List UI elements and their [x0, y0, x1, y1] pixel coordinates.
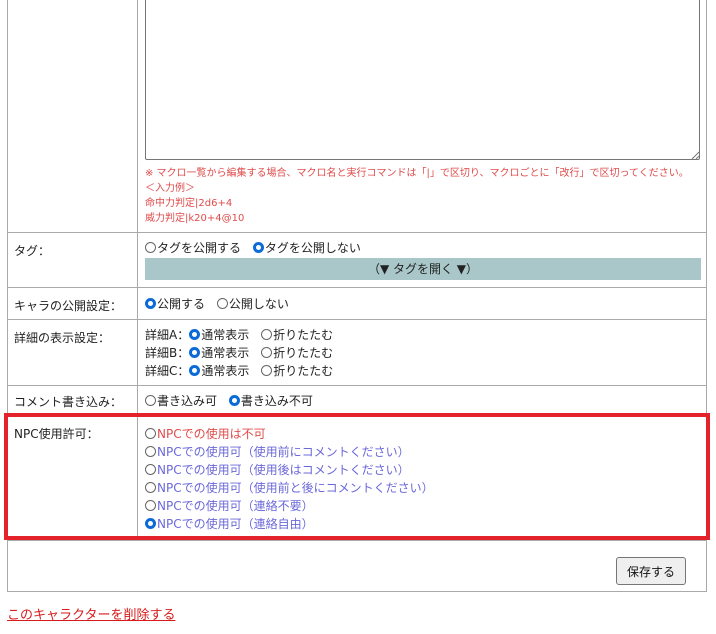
npc-option-5[interactable]: NPCでの使用可（連絡自由）: [145, 515, 700, 533]
comment-radio-group: 書き込み可 書き込み不可: [145, 392, 700, 410]
npc-label: NPC使用許可：: [8, 416, 138, 540]
resize-grip-icon[interactable]: [691, 151, 699, 159]
detail-b-collapse-radio[interactable]: 折りたたむ: [261, 346, 333, 360]
npc-option-label: NPCでの使用可（連絡不要）: [157, 499, 314, 513]
detail-a-normal-radio[interactable]: 通常表示: [189, 328, 249, 342]
comment-row: コメント書き込み： 書き込み可 書き込み不可: [8, 386, 706, 416]
detail-b-collapse-label: 折りたたむ: [273, 346, 334, 360]
npc-row-bottom-border: [8, 540, 706, 541]
macro-example-line: 威力判定|k20+4@10: [145, 213, 245, 224]
tags-radio-group: タグを公開する タグを公開しない: [145, 239, 700, 257]
radio-icon[interactable]: [261, 365, 273, 376]
radio-icon[interactable]: [145, 242, 156, 253]
radio-selected-icon[interactable]: [189, 329, 201, 340]
detail-a-name: 詳細A：: [145, 328, 190, 342]
detail-c-collapse-radio[interactable]: 折りたたむ: [261, 364, 333, 378]
radio-selected-icon[interactable]: [145, 518, 156, 529]
comment-content: 書き込み可 書き込み不可: [145, 392, 700, 410]
detail-b-normal-label: 通常表示: [201, 346, 250, 360]
npc-option-label: NPCでの使用可（使用前と後にコメントください）: [157, 481, 434, 495]
npc-option-1[interactable]: NPCでの使用可（使用前にコメントください）: [145, 443, 700, 461]
detail-row: 詳細の表示設定： 詳細A： 通常表示 折りたたむ 詳細B： 通常表示 折りたたむ 詳…: [8, 320, 706, 386]
radio-icon[interactable]: [261, 347, 273, 358]
macro-row: ※ マクロ一覧から編集する場合、マクロ名と実行コマンドは「|」で区切り、マクロご…: [8, 0, 706, 233]
radio-icon[interactable]: [145, 446, 156, 457]
macro-example-title: ＜入力例＞: [145, 183, 195, 194]
radio-icon[interactable]: [145, 482, 156, 493]
comment-disallowed-label: 書き込み不可: [240, 394, 313, 408]
radio-icon[interactable]: [261, 329, 273, 340]
detail-b-normal-radio[interactable]: 通常表示: [189, 346, 249, 360]
open-tags-button[interactable]: （▼ タグを開く ▼）: [145, 258, 701, 280]
tags-content: タグを公開する タグを公開しない: [145, 239, 700, 257]
macro-note-text: ※ マクロ一覧から編集する場合、マクロ名と実行コマンドは「|」で区切り、マクロご…: [145, 168, 689, 179]
radio-selected-icon[interactable]: [228, 395, 240, 406]
detail-b-group: 詳細B： 通常表示 折りたたむ: [145, 344, 700, 362]
visibility-label: キャラの公開設定：: [8, 288, 138, 319]
tags-private-label: タグを公開しない: [264, 241, 361, 255]
visibility-row: キャラの公開設定： 公開する 公開しない: [8, 288, 706, 320]
detail-content: 詳細A： 通常表示 折りたたむ 詳細B： 通常表示 折りたたむ 詳細C： 通常表示 折…: [145, 326, 700, 380]
npc-option-label: NPCでの使用可（使用前にコメントください）: [157, 445, 410, 459]
visibility-private-radio[interactable]: 公開しない: [216, 297, 289, 311]
radio-selected-icon[interactable]: [252, 242, 264, 253]
character-edit-form: ※ マクロ一覧から編集する場合、マクロ名と実行コマンドは「|」で区切り、マクロご…: [7, 0, 707, 592]
macro-example-line: 命中力判定|2d6+4: [145, 198, 233, 209]
radio-selected-icon[interactable]: [189, 365, 201, 376]
radio-selected-icon[interactable]: [145, 298, 156, 309]
detail-a-collapse-radio[interactable]: 折りたたむ: [261, 328, 333, 342]
comment-allowed-radio[interactable]: 書き込み可: [145, 394, 217, 408]
detail-c-collapse-label: 折りたたむ: [273, 364, 334, 378]
radio-icon[interactable]: [216, 298, 228, 309]
radio-icon[interactable]: [145, 428, 156, 439]
npc-option-2[interactable]: NPCでの使用可（使用後はコメントください）: [145, 461, 700, 479]
detail-a-normal-label: 通常表示: [201, 328, 250, 342]
comment-allowed-label: 書き込み可: [157, 394, 218, 408]
detail-a-collapse-label: 折りたたむ: [273, 328, 334, 342]
tags-public-label: タグを公開する: [157, 241, 242, 255]
npc-option-label: NPCでの使用可（連絡自由）: [157, 517, 314, 531]
npc-option-label: NPCでの使用可（使用後はコメントください）: [157, 463, 410, 477]
comment-label: コメント書き込み：: [8, 386, 138, 415]
npc-option-3[interactable]: NPCでの使用可（使用前と後にコメントください）: [145, 479, 700, 497]
tags-label: タグ：: [8, 233, 138, 287]
macro-label-cell: [8, 0, 138, 232]
detail-b-name: 詳細B：: [145, 346, 190, 360]
detail-c-name: 詳細C：: [145, 364, 190, 378]
comment-disallowed-radio[interactable]: 書き込み不可: [228, 394, 313, 408]
visibility-radio-group: 公開する 公開しない: [145, 295, 700, 313]
delete-character-link[interactable]: このキャラクターを削除する: [7, 604, 175, 623]
detail-label: 詳細の表示設定：: [8, 320, 138, 385]
npc-option-label: NPCでの使用は不可: [157, 427, 266, 441]
macro-note: ※ マクロ一覧から編集する場合、マクロ名と実行コマンドは「|」で区切り、マクロご…: [145, 166, 689, 226]
radio-icon[interactable]: [145, 464, 156, 475]
npc-content: NPCでの使用は不可 NPCでの使用可（使用前にコメントください） NPCでの使…: [145, 425, 700, 533]
visibility-private-label: 公開しない: [228, 297, 289, 311]
detail-c-normal-radio[interactable]: 通常表示: [189, 364, 249, 378]
radio-icon[interactable]: [145, 500, 156, 511]
detail-a-group: 詳細A： 通常表示 折りたたむ: [145, 326, 700, 344]
npc-row: NPC使用許可： NPCでの使用は不可 NPCでの使用可（使用前にコメントくださ…: [8, 416, 706, 540]
visibility-public-label: 公開する: [157, 297, 206, 311]
npc-option-0[interactable]: NPCでの使用は不可: [145, 425, 700, 443]
npc-option-4[interactable]: NPCでの使用可（連絡不要）: [145, 497, 700, 515]
tags-private-radio[interactable]: タグを公開しない: [252, 241, 361, 255]
detail-c-normal-label: 通常表示: [201, 364, 250, 378]
radio-selected-icon[interactable]: [189, 347, 201, 358]
visibility-public-radio[interactable]: 公開する: [145, 297, 205, 311]
tags-row: タグ： タグを公開する タグを公開しない （▼ タグを開く ▼）: [8, 233, 706, 288]
visibility-content: 公開する 公開しない: [145, 295, 700, 313]
tags-public-radio[interactable]: タグを公開する: [145, 241, 241, 255]
save-button[interactable]: 保存する: [616, 557, 686, 585]
radio-icon[interactable]: [145, 395, 156, 406]
macro-textarea[interactable]: [145, 0, 700, 160]
detail-c-group: 詳細C： 通常表示 折りたたむ: [145, 362, 700, 380]
